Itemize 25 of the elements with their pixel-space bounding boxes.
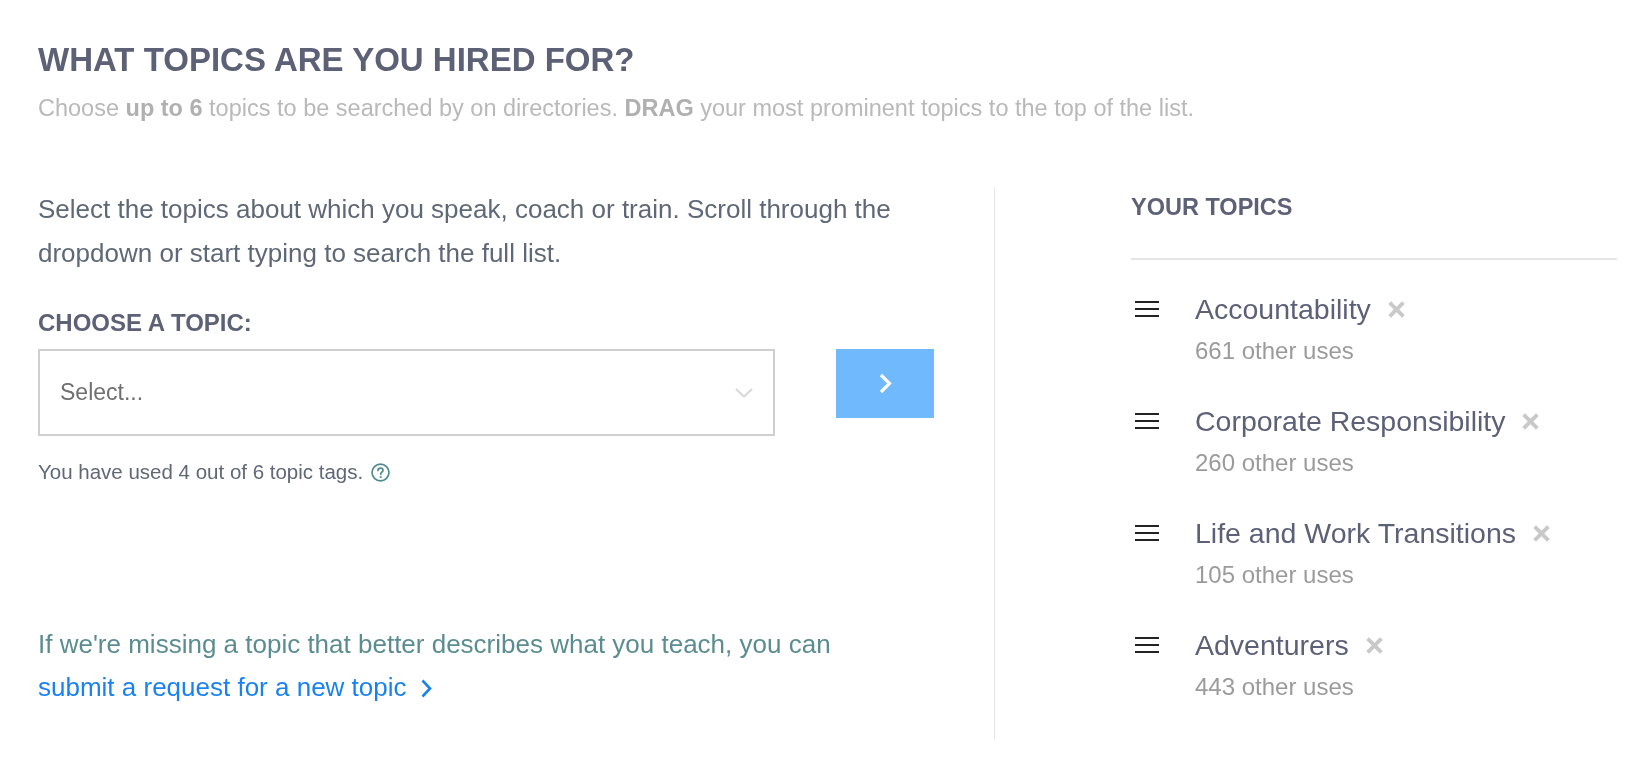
choose-topic-label: CHOOSE A TOPIC:: [38, 309, 252, 337]
topic-uses-count: 105 other uses: [1195, 560, 1354, 590]
chevron-right-icon: [420, 679, 432, 698]
topic-select[interactable]: Select...: [38, 349, 775, 436]
request-topic-link[interactable]: submit a request for a new topic: [38, 672, 432, 702]
your-topics-heading: YOUR TOPICS: [1131, 193, 1293, 221]
chevron-down-icon: [735, 388, 753, 398]
drag-handle-icon[interactable]: [1135, 413, 1159, 429]
drag-handle-icon[interactable]: [1135, 301, 1159, 317]
topic-name: Adventurers: [1195, 628, 1349, 662]
drag-handle-icon[interactable]: [1135, 525, 1159, 541]
drag-handle-icon[interactable]: [1135, 637, 1159, 653]
page-subtitle: Choose up to 6 topics to be searched by on directories. DRAG your most prominent topics to the top of the list.: [38, 94, 1194, 123]
usage-note: You have used 4 out of 6 topic tags.: [38, 460, 364, 484]
page-title: WHAT TOPICS ARE YOU HIRED FOR?: [38, 40, 635, 80]
missing-topic-note: If we're missing a topic that better describes what you teach, you can submit a request for a new topic: [38, 628, 832, 704]
topic-uses-count: 443 other uses: [1195, 672, 1354, 702]
help-icon[interactable]: [371, 462, 391, 482]
chevron-right-icon: [878, 373, 892, 394]
topic-uses-count: 260 other uses: [1195, 448, 1354, 478]
topic-name: Corporate Responsibility: [1195, 404, 1506, 438]
topic-uses-count: 661 other uses: [1195, 336, 1354, 366]
topic-name: Accountability: [1195, 292, 1371, 326]
intro-text: Select the topics about which you speak, coach or train. Scroll through the dropdown or start typing to search the full list.: [38, 193, 892, 270]
topic-name: Life and Work Transitions: [1195, 516, 1517, 550]
